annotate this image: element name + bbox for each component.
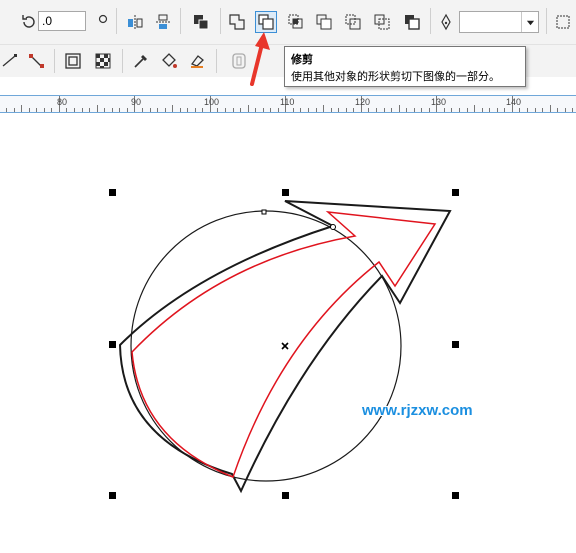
annotation-arrow-head [255,32,270,50]
tooltip-title: 修剪 [291,53,313,66]
tooltip-description: 使用其他对象的形状剪切下图像的一部分。 [291,70,500,83]
trim-tooltip: 修剪 使用其他对象的形状剪切下图像的一部分。 [284,46,526,87]
annotation-arrow-shaft [250,42,264,86]
watermark-text: www.rjzxw.com [362,402,473,419]
